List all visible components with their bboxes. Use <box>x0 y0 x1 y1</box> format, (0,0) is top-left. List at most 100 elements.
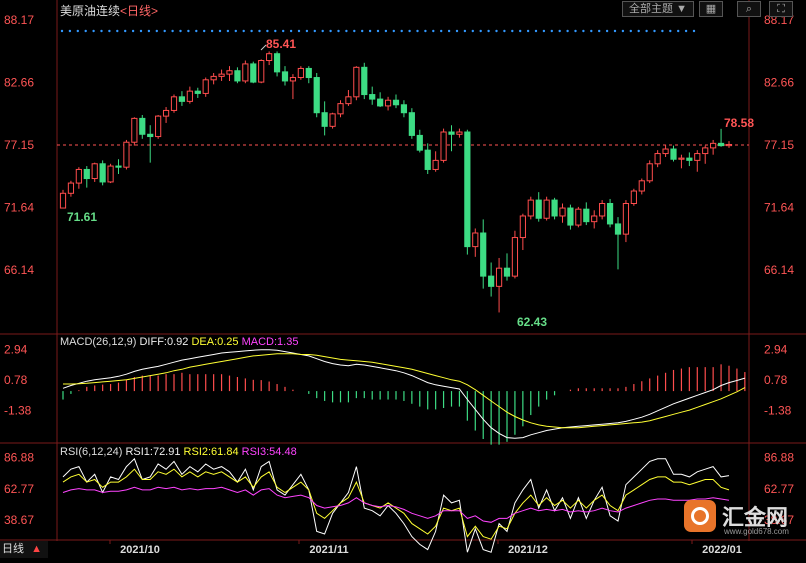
event-dot <box>621 29 625 33</box>
chevron-down-icon: ▼ <box>676 3 687 15</box>
event-dot <box>692 29 696 33</box>
macd-header: MACD(26,12,9) DIFF:0.92 DEA:0.25 MACD:1.… <box>60 336 298 348</box>
candle-body <box>654 153 661 165</box>
macd-tick-left: -1.38 <box>4 404 32 418</box>
event-dot <box>68 29 72 33</box>
price-tick-left: 66.14 <box>4 263 34 277</box>
rsi-label: RSI(6,12,24) <box>60 446 123 458</box>
candle-body <box>258 60 265 83</box>
rsi-tick-right: 86.88 <box>764 451 794 465</box>
candle-body <box>337 103 344 115</box>
theme-select-button[interactable]: 全部主题 ▼ <box>622 1 694 17</box>
candle-body <box>178 96 186 102</box>
candle-body <box>75 168 82 184</box>
macd-tick-right: 0.78 <box>764 373 788 387</box>
candle-body <box>710 142 717 149</box>
event-dot <box>195 29 198 33</box>
candle-body <box>638 180 645 192</box>
event-dot <box>637 29 640 33</box>
search-icon[interactable]: ⌕ <box>737 1 761 17</box>
candle-body <box>591 215 598 223</box>
event-dot <box>550 29 553 33</box>
candle-body <box>194 90 201 94</box>
period-tab[interactable]: 日线 ▲ <box>0 541 48 558</box>
macd-label: MACD(26,12,9) <box>60 336 137 348</box>
theme-button-label: 全部主题 <box>629 3 674 15</box>
candle-body <box>329 113 336 127</box>
candle-body <box>686 157 693 161</box>
expand-icon[interactable]: ⛶ <box>769 1 793 17</box>
event-dot <box>250 29 253 33</box>
diff-label: DIFF:0.92 <box>139 336 189 348</box>
event-dot <box>92 29 95 33</box>
candle-body <box>456 131 463 135</box>
event-dot <box>84 29 87 33</box>
dea-label: DEA:0.25 <box>191 336 239 348</box>
period-tab-label: 日线 <box>2 543 24 555</box>
event-dot <box>590 29 593 33</box>
event-dot <box>479 29 482 33</box>
event-dot <box>408 29 411 33</box>
candle-body <box>488 275 495 287</box>
kline-chart: 88.17 88.1782.66 82.6677.15 77.1571.64 71.64… <box>0 0 806 556</box>
candle-body <box>123 141 130 168</box>
candle-body <box>567 207 574 226</box>
event-dot <box>384 29 388 33</box>
candle-body <box>424 149 431 170</box>
candle-body <box>297 67 304 79</box>
candle-body <box>583 208 590 223</box>
period-label[interactable]: <日线> <box>120 4 158 18</box>
event-dot <box>139 29 143 33</box>
price-tick-right: 82.66 <box>764 76 794 90</box>
event-dot <box>313 29 316 33</box>
candle-body <box>575 208 582 226</box>
candle-body <box>281 71 289 82</box>
event-dot <box>503 29 506 33</box>
macd-tick-left: 2.94 <box>4 343 28 357</box>
event-dot <box>100 29 103 33</box>
event-dot <box>321 29 324 33</box>
last-high-label: 78.58 <box>724 116 754 130</box>
event-dot <box>463 29 467 33</box>
rsi-tick-left: 38.67 <box>4 513 34 527</box>
event-dot <box>345 29 348 33</box>
event-dot <box>471 29 474 33</box>
event-dot <box>124 29 127 33</box>
candle-body <box>694 153 701 161</box>
event-dot <box>400 29 403 33</box>
event-dot <box>147 29 151 33</box>
event-dot <box>613 29 617 33</box>
candle-body <box>670 148 677 160</box>
grid-icon[interactable]: ▦ <box>699 1 723 17</box>
candle-body <box>289 77 297 82</box>
candle-body <box>115 165 122 168</box>
candle-body <box>614 223 622 235</box>
rsi-header: RSI(6,12,24) RSI1:72.91 RSI2:61.84 RSI3:… <box>60 446 297 458</box>
event-dot <box>432 29 435 33</box>
event-dot <box>455 29 459 33</box>
date-tick: 2022/01 <box>702 544 742 556</box>
event-dot <box>440 29 443 33</box>
candle-body <box>67 182 75 194</box>
event-dot <box>131 29 135 33</box>
candle-body <box>91 163 98 180</box>
candle-body <box>503 267 511 277</box>
candle-body <box>495 267 503 287</box>
event-dot <box>629 29 632 33</box>
event-dot <box>179 29 182 33</box>
candle-body <box>448 131 455 135</box>
candle-body <box>321 112 328 127</box>
start-low-label: 71.61 <box>67 210 97 224</box>
event-dot <box>329 29 332 33</box>
event-dot <box>226 29 230 33</box>
candle-body <box>266 53 273 62</box>
macd-tick-left: 0.78 <box>4 373 28 387</box>
event-dot <box>447 29 451 33</box>
event-dot <box>234 29 237 33</box>
candle-body <box>131 117 138 143</box>
event-dot <box>242 29 245 33</box>
event-dot <box>542 29 546 33</box>
event-dot <box>487 29 490 33</box>
macd-tick-right: -1.38 <box>764 404 792 418</box>
watermark-url: www.gold678.com <box>724 527 789 536</box>
